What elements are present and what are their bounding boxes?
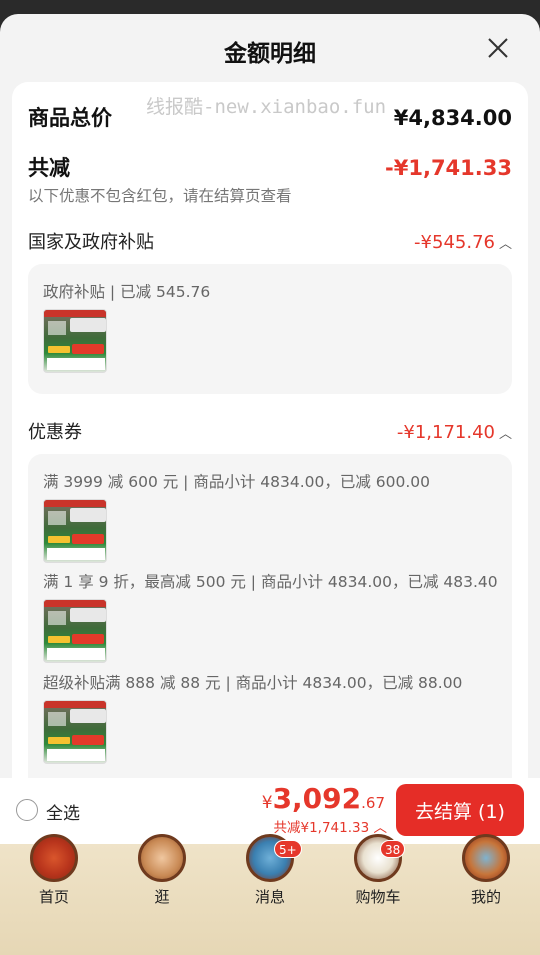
checkout-button[interactable]: 去结算 (1) xyxy=(396,784,524,836)
currency-symbol: ¥ xyxy=(261,793,273,813)
message-badge: 5+ xyxy=(274,840,302,858)
discount-row: 共减 -¥1,741.33 xyxy=(28,152,512,182)
goods-total-label: 商品总价 xyxy=(28,106,112,130)
coupon-item-text: 满 1 享 9 折，最高减 500 元 | 商品小计 4834.00，已减 48… xyxy=(43,573,498,591)
amount-detail-sheet: 金额明细 线报酷-new.xianbao.fun 商品总价 ¥4,834.00 … xyxy=(0,14,540,844)
close-icon[interactable] xyxy=(486,36,510,60)
product-thumbnail[interactable] xyxy=(43,309,107,373)
coupon-item-text: 超级补贴满 888 减 88 元 | 商品小计 4834.00，已减 88.00 xyxy=(43,674,463,692)
select-all-radio[interactable] xyxy=(16,799,38,821)
cart-badge: 38 xyxy=(380,840,406,858)
subsidy-detail-box: 政府补贴 | 已减 545.76 xyxy=(28,264,512,394)
tab-label: 首页 xyxy=(38,888,69,906)
home-icon xyxy=(30,834,78,882)
select-all-label[interactable]: 全选 xyxy=(46,799,80,824)
total-integer: 3,092 xyxy=(272,782,362,815)
bottom-tab-bar: 首页 逛 5+ 消息 38 购物车 我的 xyxy=(0,834,540,955)
total-discount-text: 共减¥1,741.33 xyxy=(273,820,370,836)
subsidy-value: -¥545.76 xyxy=(414,232,495,253)
coupon-value: -¥1,171.40 xyxy=(396,422,495,443)
chevron-up-icon[interactable]: ︿ xyxy=(499,233,512,252)
tab-label: 逛 xyxy=(154,888,170,906)
tab-label: 我的 xyxy=(470,888,501,906)
goods-total-row: 商品总价 ¥4,834.00 xyxy=(28,102,512,132)
discount-label: 共减 xyxy=(28,156,70,180)
subsidy-item-text: 政府补贴 | 已减 545.76 xyxy=(43,283,211,301)
discount-value: -¥1,741.33 xyxy=(385,156,512,180)
detail-card: 线报酷-new.xianbao.fun 商品总价 ¥4,834.00 共减 -¥… xyxy=(12,82,528,802)
chevron-up-icon[interactable]: ︿ xyxy=(499,423,512,442)
discount-hint: 以下优惠不包含红包，请在结算页查看 xyxy=(28,187,292,205)
coupon-section-header[interactable]: 优惠券 -¥1,171.40 ︿ xyxy=(28,418,512,444)
product-thumbnail[interactable] xyxy=(43,499,107,563)
profile-icon xyxy=(462,834,510,882)
sheet-title: 金额明细 xyxy=(224,41,316,67)
product-thumbnail[interactable] xyxy=(43,700,107,764)
coupon-item-text: 满 3999 减 600 元 | 商品小计 4834.00，已减 600.00 xyxy=(43,473,431,491)
tab-label: 消息 xyxy=(254,888,285,906)
total-price: ¥3,092.67 xyxy=(262,782,385,815)
tab-label: 购物车 xyxy=(355,888,401,906)
goods-total-value: ¥4,834.00 xyxy=(393,106,512,130)
total-discount-toggle[interactable]: 共减¥1,741.33 ︿ xyxy=(273,816,387,836)
coupon-label: 优惠券 xyxy=(28,422,82,443)
product-thumbnail[interactable] xyxy=(43,599,107,663)
subsidy-label: 国家及政府补贴 xyxy=(28,232,154,253)
total-decimal: .67 xyxy=(361,794,385,812)
coupon-detail-box: 满 3999 减 600 元 | 商品小计 4834.00，已减 600.00 … xyxy=(28,454,512,802)
browse-icon xyxy=(138,834,186,882)
subsidy-section-header[interactable]: 国家及政府补贴 -¥545.76 ︿ xyxy=(28,228,512,254)
